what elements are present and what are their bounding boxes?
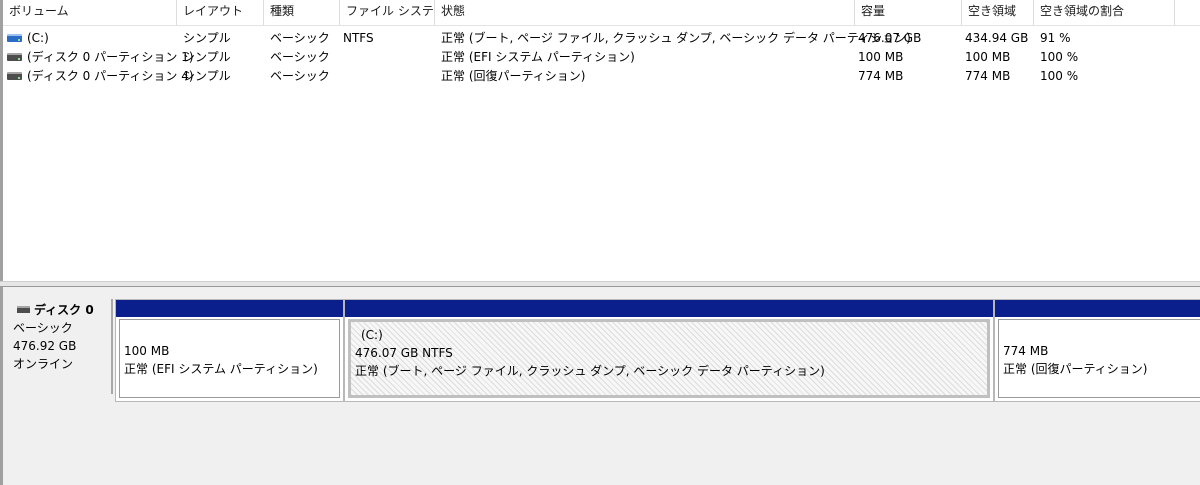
volume-type: ベーシック — [270, 69, 330, 83]
volume-free-percent: 100 % — [1040, 50, 1079, 64]
volume-list: ボリューム レイアウト 種類 ファイル システム 状態 容量 空き領域 空き領域… — [0, 0, 1200, 281]
partition-header-bar — [116, 300, 343, 317]
disk-size: 476.92 GB — [13, 339, 77, 353]
volume-free-space: 774 MB — [965, 69, 1011, 83]
partition-status: 正常 (回復パーティション) — [1003, 362, 1148, 376]
volume-icon — [7, 53, 22, 61]
volume-free-space: 434.94 GB — [965, 31, 1029, 45]
partition-status: 正常 (ブート, ページ ファイル, クラッシュ ダンプ, ベーシック データ … — [355, 364, 825, 378]
volume-layout: シンプル — [183, 69, 231, 83]
column-header-type[interactable]: 種類 — [264, 0, 340, 25]
volume-capacity: 774 MB — [858, 69, 904, 83]
partition-status: 正常 (EFI システム パーティション) — [124, 362, 318, 376]
column-header-filesystem[interactable]: ファイル システム — [340, 0, 435, 25]
disk-info-label[interactable]: ディスク 0 ベーシック 476.92 GB オンライン — [7, 299, 113, 394]
partition-recovery[interactable]: 774 MB 正常 (回復パーティション) — [994, 299, 1200, 402]
column-header-capacity[interactable]: 容量 — [855, 0, 962, 25]
partition-size: 774 MB — [1003, 344, 1049, 358]
column-header-free-percent[interactable]: 空き領域の割合 — [1034, 0, 1175, 25]
partition-size: 476.07 GB NTFS — [355, 346, 453, 360]
column-header-row: ボリューム レイアウト 種類 ファイル システム 状態 容量 空き領域 空き領域… — [3, 0, 1200, 26]
volume-layout: シンプル — [183, 50, 231, 64]
volume-icon — [7, 72, 22, 80]
partition-body: (C:) 476.07 GB NTFS 正常 (ブート, ページ ファイル, ク… — [348, 319, 990, 398]
volume-capacity: 100 MB — [858, 50, 904, 64]
disk-title: ディスク 0 — [34, 303, 94, 317]
disk-type: ベーシック — [13, 321, 73, 335]
partition-name: (C:) — [361, 328, 383, 342]
disk-state: オンライン — [13, 357, 74, 371]
volume-name: (ディスク 0 パーティション 1) — [27, 50, 194, 64]
partition-efi[interactable]: 100 MB 正常 (EFI システム パーティション) — [115, 299, 344, 402]
table-row[interactable]: (ディスク 0 パーティション 4) シンプル ベーシック 正常 (回復パーティ… — [3, 67, 1200, 85]
volume-type: ベーシック — [270, 31, 330, 45]
partition-size: 100 MB — [124, 344, 170, 358]
disk-icon — [17, 306, 30, 313]
column-header-free-space[interactable]: 空き領域 — [962, 0, 1034, 25]
volume-layout: シンプル — [183, 31, 231, 45]
volume-name: (C:) — [27, 31, 49, 45]
partition-name — [1003, 324, 1200, 342]
volume-free-space: 100 MB — [965, 50, 1011, 64]
partition-body: 100 MB 正常 (EFI システム パーティション) — [119, 319, 340, 398]
column-header-layout[interactable]: レイアウト — [177, 0, 264, 25]
volume-filesystem: NTFS — [343, 31, 374, 45]
volume-name: (ディスク 0 パーティション 4) — [27, 69, 194, 83]
disk-map-pane: ディスク 0 ベーシック 476.92 GB オンライン 100 MB 正常 (… — [0, 287, 1200, 485]
table-row[interactable]: (C:) シンプル ベーシック NTFS 正常 (ブート, ページ ファイル, … — [3, 29, 1200, 47]
volume-free-percent: 100 % — [1040, 69, 1079, 83]
column-header-volume[interactable]: ボリューム — [3, 0, 177, 25]
partition-header-bar — [345, 300, 993, 317]
volume-free-percent: 91 % — [1040, 31, 1071, 45]
volume-capacity: 476.07 GB — [858, 31, 922, 45]
volume-type: ベーシック — [270, 50, 330, 64]
partition-c-drive[interactable]: (C:) 476.07 GB NTFS 正常 (ブート, ページ ファイル, ク… — [344, 299, 994, 402]
partition-body: 774 MB 正常 (回復パーティション) — [998, 319, 1200, 398]
table-row[interactable]: (ディスク 0 パーティション 1) シンプル ベーシック 正常 (EFI シス… — [3, 48, 1200, 66]
volume-status: 正常 (ブート, ページ ファイル, クラッシュ ダンプ, ベーシック データ … — [441, 31, 911, 45]
volume-status: 正常 (EFI システム パーティション) — [441, 50, 635, 64]
partition-header-bar — [995, 300, 1200, 317]
column-header-status[interactable]: 状態 — [435, 0, 855, 25]
volume-icon — [7, 34, 22, 42]
partition-name — [124, 324, 339, 342]
volume-status: 正常 (回復パーティション) — [441, 69, 586, 83]
